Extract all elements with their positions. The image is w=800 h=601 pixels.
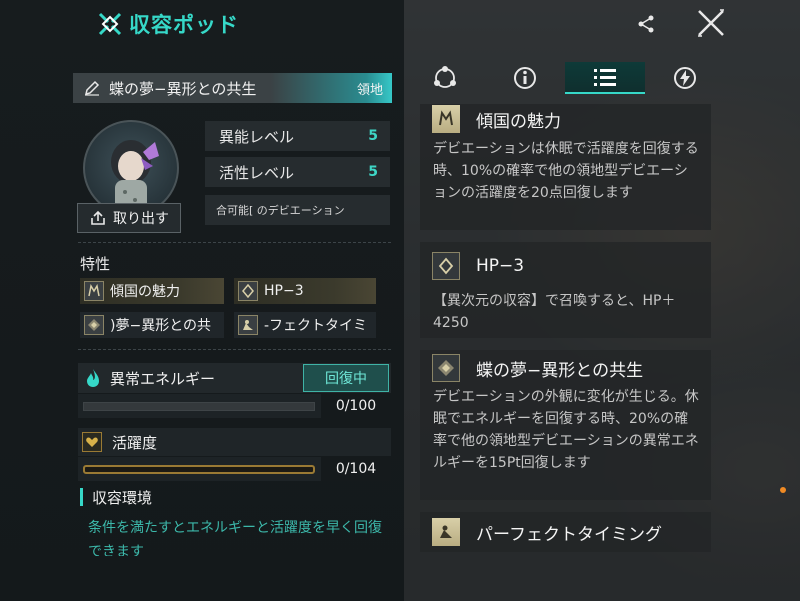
stat-label: 異能レベル bbox=[219, 127, 295, 146]
timing-icon bbox=[238, 315, 258, 335]
activity-count: 0/104 bbox=[321, 457, 391, 481]
divider bbox=[78, 242, 391, 243]
trait-chip-symbiosis[interactable]: )夢−異形との共 bbox=[80, 312, 224, 338]
activity-row: 活躍度 bbox=[78, 428, 391, 456]
activity-label: 活躍度 bbox=[112, 433, 158, 452]
bolt-icon bbox=[674, 67, 696, 89]
tab-info[interactable] bbox=[485, 62, 565, 94]
hp-diamond-icon bbox=[238, 281, 258, 301]
list-icon bbox=[594, 69, 616, 86]
trait-detail-card-symbiosis: 蝶の夢−異形との共生 デビエーションの外観に変化が生じる。休眠でエネルギーを回復… bbox=[420, 350, 711, 500]
trait-label: HP−3 bbox=[264, 283, 304, 299]
abnormality-name-bar[interactable]: 蝶の夢−異形との共生 領地 bbox=[73, 73, 392, 103]
card-text: デビエーションは休眠で活躍度を回復する時、10%の確率で他の領地型デビエーション… bbox=[433, 141, 699, 201]
doll-figure-icon bbox=[111, 140, 159, 214]
share-icon bbox=[638, 15, 654, 33]
divider bbox=[78, 349, 391, 350]
stat-row-activity-level: 活性レベル 5 bbox=[205, 157, 390, 187]
trait-detail-card-hp: HP−3 【異次元の収容】で召喚すると、HP＋4250 bbox=[420, 242, 711, 338]
charm-icon bbox=[432, 105, 460, 133]
hp-diamond-icon bbox=[432, 252, 460, 280]
status-text: 回復中 bbox=[325, 371, 367, 387]
scroll-indicator[interactable] bbox=[780, 487, 786, 493]
traits-heading: 特性 bbox=[80, 255, 111, 273]
realm-badge: 領地 bbox=[356, 82, 383, 98]
close-icon bbox=[698, 9, 724, 37]
compatible-deviation-row[interactable]: 合可能[ のデビエーション bbox=[205, 195, 390, 225]
energy-label: 異常エネルギー bbox=[110, 369, 216, 388]
stat-value: 5 bbox=[368, 128, 378, 144]
tab-list[interactable] bbox=[565, 62, 645, 94]
take-out-label: 取り出す bbox=[113, 211, 169, 227]
stat-value: 5 bbox=[368, 164, 378, 180]
stat-row-ability-level: 異能レベル 5 bbox=[205, 121, 390, 151]
symbiosis-icon bbox=[84, 315, 104, 335]
containment-environment-heading: 収容環境 bbox=[80, 488, 152, 507]
charm-icon bbox=[84, 281, 104, 301]
energy-progress-bar bbox=[83, 401, 315, 411]
pencil-icon[interactable] bbox=[83, 79, 101, 97]
abnormal-energy-row: 異常エネルギー 回復中 bbox=[78, 363, 391, 393]
activity-progress-row: 0/104 bbox=[78, 457, 391, 481]
close-button[interactable] bbox=[694, 6, 728, 40]
page-title: 収容ポッド bbox=[129, 13, 239, 37]
trait-detail-card-timing: パーフェクトタイミング bbox=[420, 512, 711, 552]
network-icon bbox=[434, 66, 456, 88]
abnormality-avatar bbox=[83, 120, 179, 216]
flame-icon bbox=[87, 369, 99, 387]
pod-logo-icon bbox=[98, 12, 122, 36]
card-title: HP−3 bbox=[476, 256, 525, 276]
timing-icon bbox=[432, 518, 460, 546]
trait-chip-timing[interactable]: -フェクトタイミ bbox=[234, 312, 376, 338]
page-header: 収容ポッド bbox=[97, 8, 239, 40]
activity-progress-bar bbox=[83, 464, 315, 474]
trait-chip-charm[interactable]: 傾国の魅力 bbox=[80, 278, 224, 304]
info-icon bbox=[514, 67, 536, 89]
trait-label: 傾国の魅力 bbox=[110, 284, 180, 300]
symbiosis-icon bbox=[432, 354, 460, 382]
take-out-button[interactable]: 取り出す bbox=[77, 203, 181, 233]
energy-count: 0/100 bbox=[321, 394, 391, 418]
deviation-text: 合可能[ のデビエーション bbox=[216, 204, 345, 217]
trait-label: -フェクトタイミ bbox=[264, 318, 368, 334]
trait-label: )夢−異形との共 bbox=[110, 318, 212, 334]
containment-environment-desc: 条件を満たすとエネルギーと活躍度を早く回復できます bbox=[88, 520, 382, 556]
energy-progress-row: 0/100 bbox=[78, 394, 391, 418]
abnormality-name: 蝶の夢−異形との共生 bbox=[109, 79, 257, 98]
tab-network[interactable] bbox=[405, 62, 485, 94]
card-text: デビエーションの外観に変化が生じる。休眠でエネルギーを回復する時、20%の確率で… bbox=[433, 389, 699, 471]
card-title: 蝶の夢−異形との共生 bbox=[476, 360, 644, 381]
trait-chip-hp[interactable]: HP−3 bbox=[234, 278, 376, 304]
tab-bolt[interactable] bbox=[645, 62, 725, 94]
stat-label: 活性レベル bbox=[219, 163, 295, 182]
card-text: 【異次元の収容】で召喚すると、HP＋4250 bbox=[433, 293, 676, 331]
card-title: パーフェクトタイミング bbox=[476, 524, 662, 545]
heart-pulse-icon bbox=[82, 432, 102, 452]
share-button[interactable] bbox=[632, 10, 660, 38]
recovering-status-badge: 回復中 bbox=[303, 364, 389, 392]
trait-detail-card-charm: 傾国の魅力 デビエーションは休眠で活躍度を回復する時、10%の確率で他の領地型デ… bbox=[420, 104, 711, 230]
upload-icon bbox=[91, 210, 105, 225]
card-title: 傾国の魅力 bbox=[476, 111, 561, 132]
